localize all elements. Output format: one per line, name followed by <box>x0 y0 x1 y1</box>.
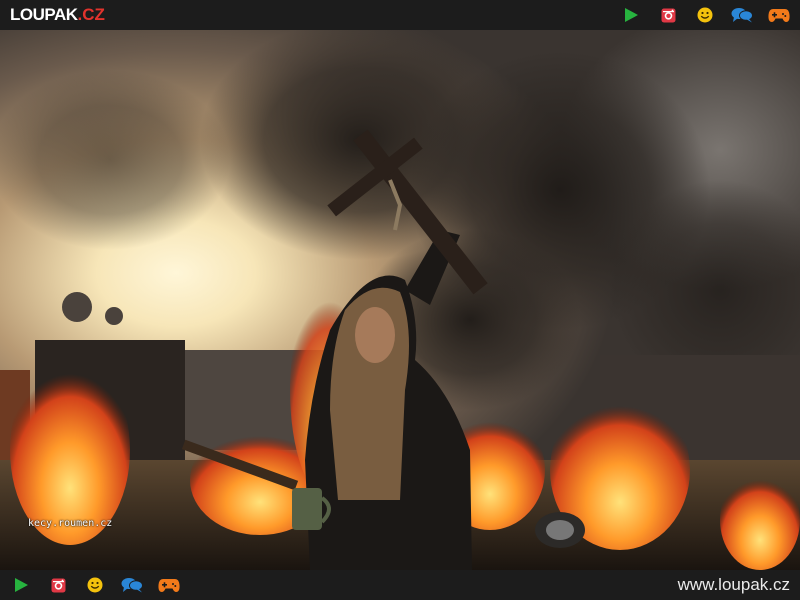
bottom-icon-bar <box>10 575 180 595</box>
gamepad-icon[interactable] <box>768 5 790 25</box>
logo-tld: .CZ <box>77 5 105 24</box>
chat-icon[interactable] <box>121 575 143 595</box>
smiley-icon[interactable] <box>84 575 106 595</box>
top-bar: LOUPAK .CZ <box>0 0 800 30</box>
logo-text: LOUPAK <box>10 5 78 24</box>
protest-scene-image <box>0 30 800 570</box>
instagram-icon[interactable] <box>47 575 69 595</box>
play-icon[interactable] <box>620 5 642 25</box>
top-icon-bar <box>620 5 790 25</box>
gamepad-icon[interactable] <box>158 575 180 595</box>
chat-icon[interactable] <box>731 5 753 25</box>
smiley-icon[interactable] <box>694 5 716 25</box>
site-url-link[interactable]: www.loupak.cz <box>678 575 790 595</box>
site-logo[interactable]: LOUPAK .CZ <box>10 5 105 25</box>
photo-watermark: kecy.roumen.cz <box>28 518 113 529</box>
play-icon[interactable] <box>10 575 32 595</box>
instagram-icon[interactable] <box>657 5 679 25</box>
main-photo[interactable]: kecy.roumen.cz <box>0 30 800 570</box>
bottom-bar: www.loupak.cz <box>0 570 800 600</box>
